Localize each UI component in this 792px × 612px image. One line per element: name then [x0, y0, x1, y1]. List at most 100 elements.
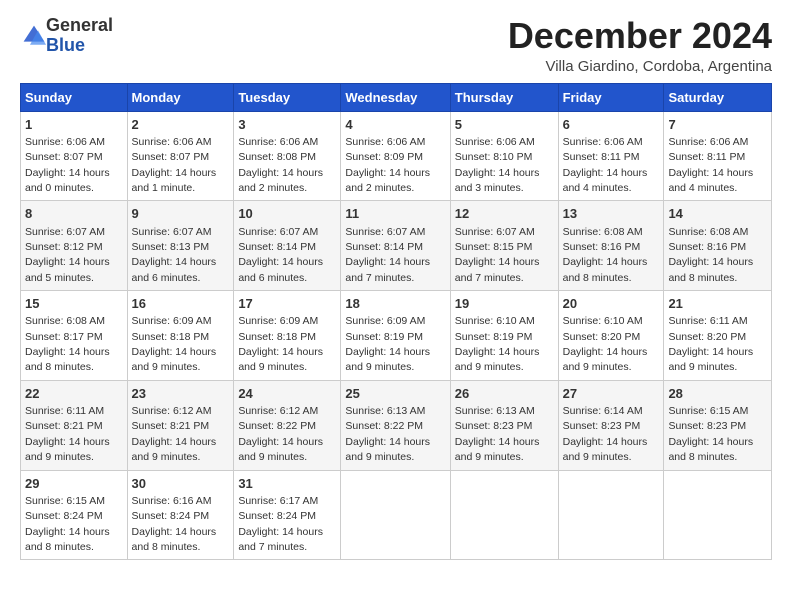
- day-number: 12: [455, 205, 554, 223]
- day-info: Sunrise: 6:15 AMSunset: 8:23 PMDaylight:…: [668, 405, 753, 463]
- day-info: Sunrise: 6:12 AMSunset: 8:21 PMDaylight:…: [132, 405, 217, 463]
- page: General Blue December 2024 Villa Giardin…: [0, 0, 792, 570]
- col-monday: Monday: [127, 83, 234, 111]
- day-info: Sunrise: 6:12 AMSunset: 8:22 PMDaylight:…: [238, 405, 323, 463]
- header: General Blue December 2024 Villa Giardin…: [20, 16, 772, 75]
- calendar-week-row: 29 Sunrise: 6:15 AMSunset: 8:24 PMDayligh…: [21, 470, 772, 560]
- day-number: 10: [238, 205, 336, 223]
- table-row: [341, 470, 450, 560]
- calendar-week-row: 22 Sunrise: 6:11 AMSunset: 8:21 PMDayligh…: [21, 380, 772, 470]
- table-row: 21Sunrise: 6:11 AMSunset: 8:20 PMDayligh…: [664, 291, 772, 381]
- table-row: [450, 470, 558, 560]
- table-row: 2 Sunrise: 6:06 AMSunset: 8:07 PMDaylight…: [127, 111, 234, 201]
- table-row: 4 Sunrise: 6:06 AMSunset: 8:09 PMDaylight…: [341, 111, 450, 201]
- day-info: Sunrise: 6:09 AMSunset: 8:18 PMDaylight:…: [132, 315, 217, 373]
- day-number: 15: [25, 295, 123, 313]
- day-number: 20: [563, 295, 660, 313]
- col-thursday: Thursday: [450, 83, 558, 111]
- day-info: Sunrise: 6:07 AMSunset: 8:14 PMDaylight:…: [238, 226, 323, 284]
- month-title: December 2024: [508, 16, 772, 56]
- day-info: Sunrise: 6:06 AMSunset: 8:08 PMDaylight:…: [238, 136, 323, 194]
- calendar-table: Sunday Monday Tuesday Wednesday Thursday…: [20, 83, 772, 561]
- day-info: Sunrise: 6:06 AMSunset: 8:10 PMDaylight:…: [455, 136, 540, 194]
- table-row: 31 Sunrise: 6:17 AMSunset: 8:24 PMDayligh…: [234, 470, 341, 560]
- table-row: 9 Sunrise: 6:07 AMSunset: 8:13 PMDaylight…: [127, 201, 234, 291]
- table-row: [664, 470, 772, 560]
- day-info: Sunrise: 6:07 AMSunset: 8:13 PMDaylight:…: [132, 226, 217, 284]
- table-row: 18 Sunrise: 6:09 AMSunset: 8:19 PMDayligh…: [341, 291, 450, 381]
- day-number: 8: [25, 205, 123, 223]
- day-number: 29: [25, 475, 123, 493]
- day-number: 16: [132, 295, 230, 313]
- day-number: 31: [238, 475, 336, 493]
- day-info: Sunrise: 6:17 AMSunset: 8:24 PMDaylight:…: [238, 495, 323, 553]
- table-row: 8 Sunrise: 6:07 AMSunset: 8:12 PMDaylight…: [21, 201, 128, 291]
- day-number: 1: [25, 116, 123, 134]
- day-number: 13: [563, 205, 660, 223]
- day-number: 21: [668, 295, 767, 313]
- table-row: 22 Sunrise: 6:11 AMSunset: 8:21 PMDayligh…: [21, 380, 128, 470]
- day-number: 9: [132, 205, 230, 223]
- day-info: Sunrise: 6:14 AMSunset: 8:23 PMDaylight:…: [563, 405, 648, 463]
- day-info: Sunrise: 6:13 AMSunset: 8:23 PMDaylight:…: [455, 405, 540, 463]
- day-info: Sunrise: 6:07 AMSunset: 8:14 PMDaylight:…: [345, 226, 430, 284]
- table-row: 3 Sunrise: 6:06 AMSunset: 8:08 PMDaylight…: [234, 111, 341, 201]
- day-number: 3: [238, 116, 336, 134]
- day-number: 4: [345, 116, 445, 134]
- day-info: Sunrise: 6:06 AMSunset: 8:07 PMDaylight:…: [132, 136, 217, 194]
- table-row: 14 Sunrise: 6:08 AMSunset: 8:16 PMDayligh…: [664, 201, 772, 291]
- day-info: Sunrise: 6:06 AMSunset: 8:11 PMDaylight:…: [668, 136, 753, 194]
- day-number: 2: [132, 116, 230, 134]
- day-info: Sunrise: 6:06 AMSunset: 8:11 PMDaylight:…: [563, 136, 648, 194]
- day-number: 18: [345, 295, 445, 313]
- table-row: 6Sunrise: 6:06 AMSunset: 8:11 PMDaylight…: [558, 111, 664, 201]
- day-number: 14: [668, 205, 767, 223]
- table-row: 23Sunrise: 6:12 AMSunset: 8:21 PMDayligh…: [127, 380, 234, 470]
- day-info: Sunrise: 6:07 AMSunset: 8:12 PMDaylight:…: [25, 226, 110, 284]
- calendar-week-row: 1 Sunrise: 6:06 AMSunset: 8:07 PMDaylight…: [21, 111, 772, 201]
- day-number: 5: [455, 116, 554, 134]
- day-number: 19: [455, 295, 554, 313]
- day-info: Sunrise: 6:10 AMSunset: 8:20 PMDaylight:…: [563, 315, 648, 373]
- day-number: 17: [238, 295, 336, 313]
- day-info: Sunrise: 6:13 AMSunset: 8:22 PMDaylight:…: [345, 405, 430, 463]
- table-row: 25 Sunrise: 6:13 AMSunset: 8:22 PMDayligh…: [341, 380, 450, 470]
- logo-general: General: [46, 15, 113, 35]
- day-number: 26: [455, 385, 554, 403]
- table-row: 7 Sunrise: 6:06 AMSunset: 8:11 PMDaylight…: [664, 111, 772, 201]
- calendar-week-row: 8 Sunrise: 6:07 AMSunset: 8:12 PMDaylight…: [21, 201, 772, 291]
- calendar-week-row: 15 Sunrise: 6:08 AMSunset: 8:17 PMDayligh…: [21, 291, 772, 381]
- location: Villa Giardino, Cordoba, Argentina: [508, 58, 772, 75]
- day-number: 24: [238, 385, 336, 403]
- table-row: 24 Sunrise: 6:12 AMSunset: 8:22 PMDayligh…: [234, 380, 341, 470]
- day-info: Sunrise: 6:15 AMSunset: 8:24 PMDaylight:…: [25, 495, 110, 553]
- day-info: Sunrise: 6:11 AMSunset: 8:21 PMDaylight:…: [25, 405, 110, 463]
- table-row: 27 Sunrise: 6:14 AMSunset: 8:23 PMDayligh…: [558, 380, 664, 470]
- table-row: 30Sunrise: 6:16 AMSunset: 8:24 PMDayligh…: [127, 470, 234, 560]
- col-sunday: Sunday: [21, 83, 128, 111]
- day-number: 25: [345, 385, 445, 403]
- title-block: December 2024 Villa Giardino, Cordoba, A…: [508, 16, 772, 75]
- table-row: 13Sunrise: 6:08 AMSunset: 8:16 PMDayligh…: [558, 201, 664, 291]
- day-info: Sunrise: 6:08 AMSunset: 8:16 PMDaylight:…: [668, 226, 753, 284]
- day-number: 7: [668, 116, 767, 134]
- table-row: 29 Sunrise: 6:15 AMSunset: 8:24 PMDayligh…: [21, 470, 128, 560]
- day-number: 27: [563, 385, 660, 403]
- day-info: Sunrise: 6:06 AMSunset: 8:09 PMDaylight:…: [345, 136, 430, 194]
- day-info: Sunrise: 6:08 AMSunset: 8:17 PMDaylight:…: [25, 315, 110, 373]
- table-row: 16 Sunrise: 6:09 AMSunset: 8:18 PMDayligh…: [127, 291, 234, 381]
- table-row: 26 Sunrise: 6:13 AMSunset: 8:23 PMDayligh…: [450, 380, 558, 470]
- day-number: 22: [25, 385, 123, 403]
- table-row: 28Sunrise: 6:15 AMSunset: 8:23 PMDayligh…: [664, 380, 772, 470]
- day-info: Sunrise: 6:09 AMSunset: 8:19 PMDaylight:…: [345, 315, 430, 373]
- col-wednesday: Wednesday: [341, 83, 450, 111]
- logo: General Blue: [20, 16, 113, 56]
- col-saturday: Saturday: [664, 83, 772, 111]
- table-row: 15 Sunrise: 6:08 AMSunset: 8:17 PMDayligh…: [21, 291, 128, 381]
- table-row: 17Sunrise: 6:09 AMSunset: 8:18 PMDayligh…: [234, 291, 341, 381]
- table-row: 20 Sunrise: 6:10 AMSunset: 8:20 PMDayligh…: [558, 291, 664, 381]
- day-info: Sunrise: 6:10 AMSunset: 8:19 PMDaylight:…: [455, 315, 540, 373]
- table-row: 10 Sunrise: 6:07 AMSunset: 8:14 PMDayligh…: [234, 201, 341, 291]
- day-number: 11: [345, 205, 445, 223]
- day-info: Sunrise: 6:06 AMSunset: 8:07 PMDaylight:…: [25, 136, 110, 194]
